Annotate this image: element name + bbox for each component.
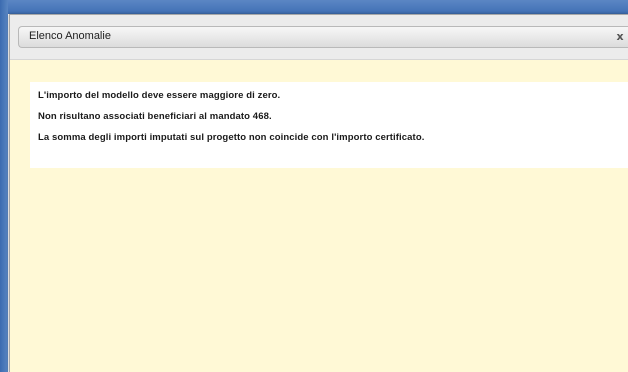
anomalies-list: L'importo del modello deve essere maggio… <box>38 85 424 148</box>
close-icon[interactable]: x <box>614 29 626 45</box>
page-left-strip <box>0 0 8 372</box>
anomaly-message: Non risultano associati beneficiari al m… <box>38 111 272 122</box>
anomaly-message: La somma degli importi imputati sul prog… <box>38 132 425 143</box>
anomaly-message: L'importo del modello deve essere maggio… <box>38 90 281 101</box>
anomalies-panel: L'importo del modello deve essere maggio… <box>30 82 628 168</box>
dialog-title-bar-inner: Elenco Anomalie x <box>18 26 628 48</box>
page-header-strip <box>0 0 628 14</box>
dialog-title: Elenco Anomalie <box>29 30 111 42</box>
screen: Elenco Anomalie x L'importo del modello … <box>0 0 628 372</box>
anomalies-dialog: Elenco Anomalie x L'importo del modello … <box>9 14 628 372</box>
dialog-titlebar[interactable]: Elenco Anomalie x <box>10 15 628 60</box>
